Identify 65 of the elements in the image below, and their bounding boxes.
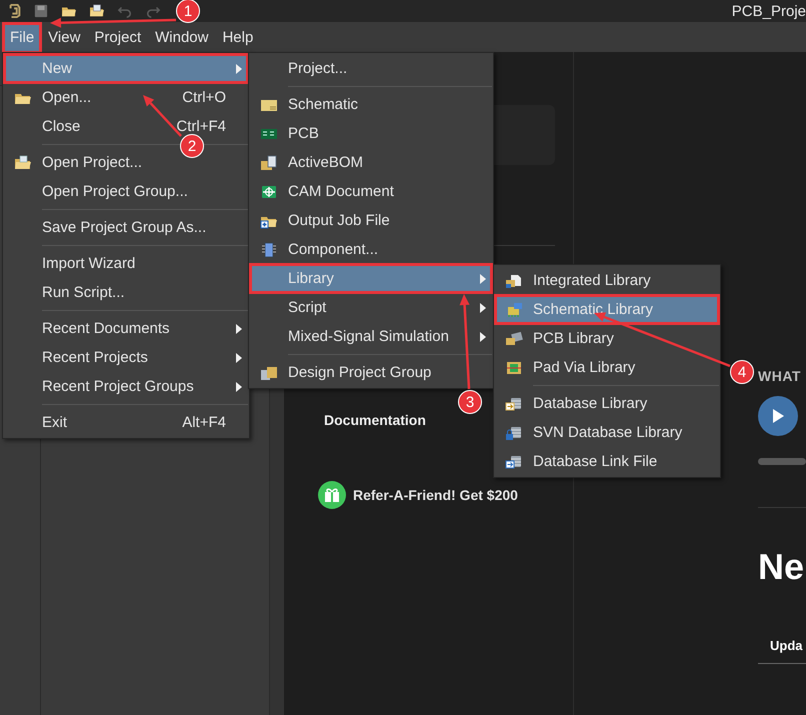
menu-item[interactable]: Recent Project Groups [4,372,248,401]
menu-bar-item[interactable]: File [3,23,42,53]
step-badge: 3 [458,390,482,414]
pad-via-icon [505,360,523,376]
database-icon [505,424,523,440]
placeholder-bar [758,458,806,465]
chip-icon [260,242,278,258]
menu-item[interactable]: PCB Library [495,324,719,353]
menu-item[interactable]: Run Script... [4,278,248,307]
tab[interactable]: Upda [770,638,806,653]
database-icon [505,396,523,412]
database-icon [505,454,523,470]
document-stack-icon [260,154,278,170]
menu-item[interactable]: Script [250,293,492,322]
menu-item[interactable]: Mixed-Signal Simulation [250,322,492,351]
page-heading: Ne [758,546,806,588]
library-icon [505,302,523,318]
refer-link[interactable]: Refer-A-Friend! Get $200 [353,487,518,503]
library-icon [505,272,523,288]
section-heading: WHAT [758,368,802,384]
menu-item[interactable]: Database Library [495,389,719,418]
menu-bar-item[interactable]: Help [215,23,260,53]
play-button[interactable] [758,396,798,436]
menu-item[interactable]: Exit Alt+F4 [4,408,248,437]
menu-item[interactable]: Open Project Group... [4,177,248,206]
menu-item[interactable]: Save Project Group As... [4,213,248,242]
menu-bar-item[interactable]: View [41,23,88,53]
menu-bar-item[interactable]: Window [148,23,216,53]
submenu-arrow-icon [236,324,242,334]
shortcut-text: Ctrl+F4 [176,118,227,135]
folder-icon [14,154,32,170]
submenu-arrow-icon [236,382,242,392]
save-icon[interactable] [32,4,50,18]
menu-item[interactable]: ActiveBOM [250,148,492,177]
shortcut-text: Ctrl+O [182,89,227,106]
document-stack-icon [260,364,278,380]
menu-item[interactable]: Project... [250,54,492,83]
submenu-arrow-icon [480,274,486,284]
menu-item[interactable]: Recent Documents [4,314,248,343]
shortcut-text: Alt+F4 [182,414,227,431]
folder-icon[interactable] [88,4,106,18]
menu-item[interactable]: PCB [250,119,492,148]
submenu-arrow-icon [480,332,486,342]
menu-item[interactable]: Open... Ctrl+O [4,83,248,112]
submenu-arrow-icon [236,64,242,74]
play-icon [772,409,784,423]
step-badge: 4 [730,360,754,384]
menu-item[interactable]: CAM Document [250,177,492,206]
menu-item[interactable]: Recent Projects [4,343,248,372]
submenu-arrow-icon [236,352,242,362]
logo-icon [8,4,22,18]
menu-item[interactable]: Pad Via Library [495,353,719,382]
menu-item[interactable]: Schematic [250,90,492,119]
menu-item[interactable]: Design Project Group [250,358,492,387]
menu-item[interactable]: SVN Database Library [495,418,719,447]
menu-item[interactable]: Integrated Library [495,266,719,295]
window-title: PCB_Proje [732,2,806,20]
menu-item[interactable]: Component... [250,235,492,264]
submenu-arrow-icon [480,302,486,312]
menu-bar-item[interactable]: Project [87,23,148,53]
gift-icon [317,480,347,510]
menu-item[interactable]: Database Link File [495,447,719,476]
menu-item[interactable]: Import Wizard [4,249,248,278]
menu-item[interactable]: Output Job File [250,206,492,235]
library-icon [505,330,523,346]
